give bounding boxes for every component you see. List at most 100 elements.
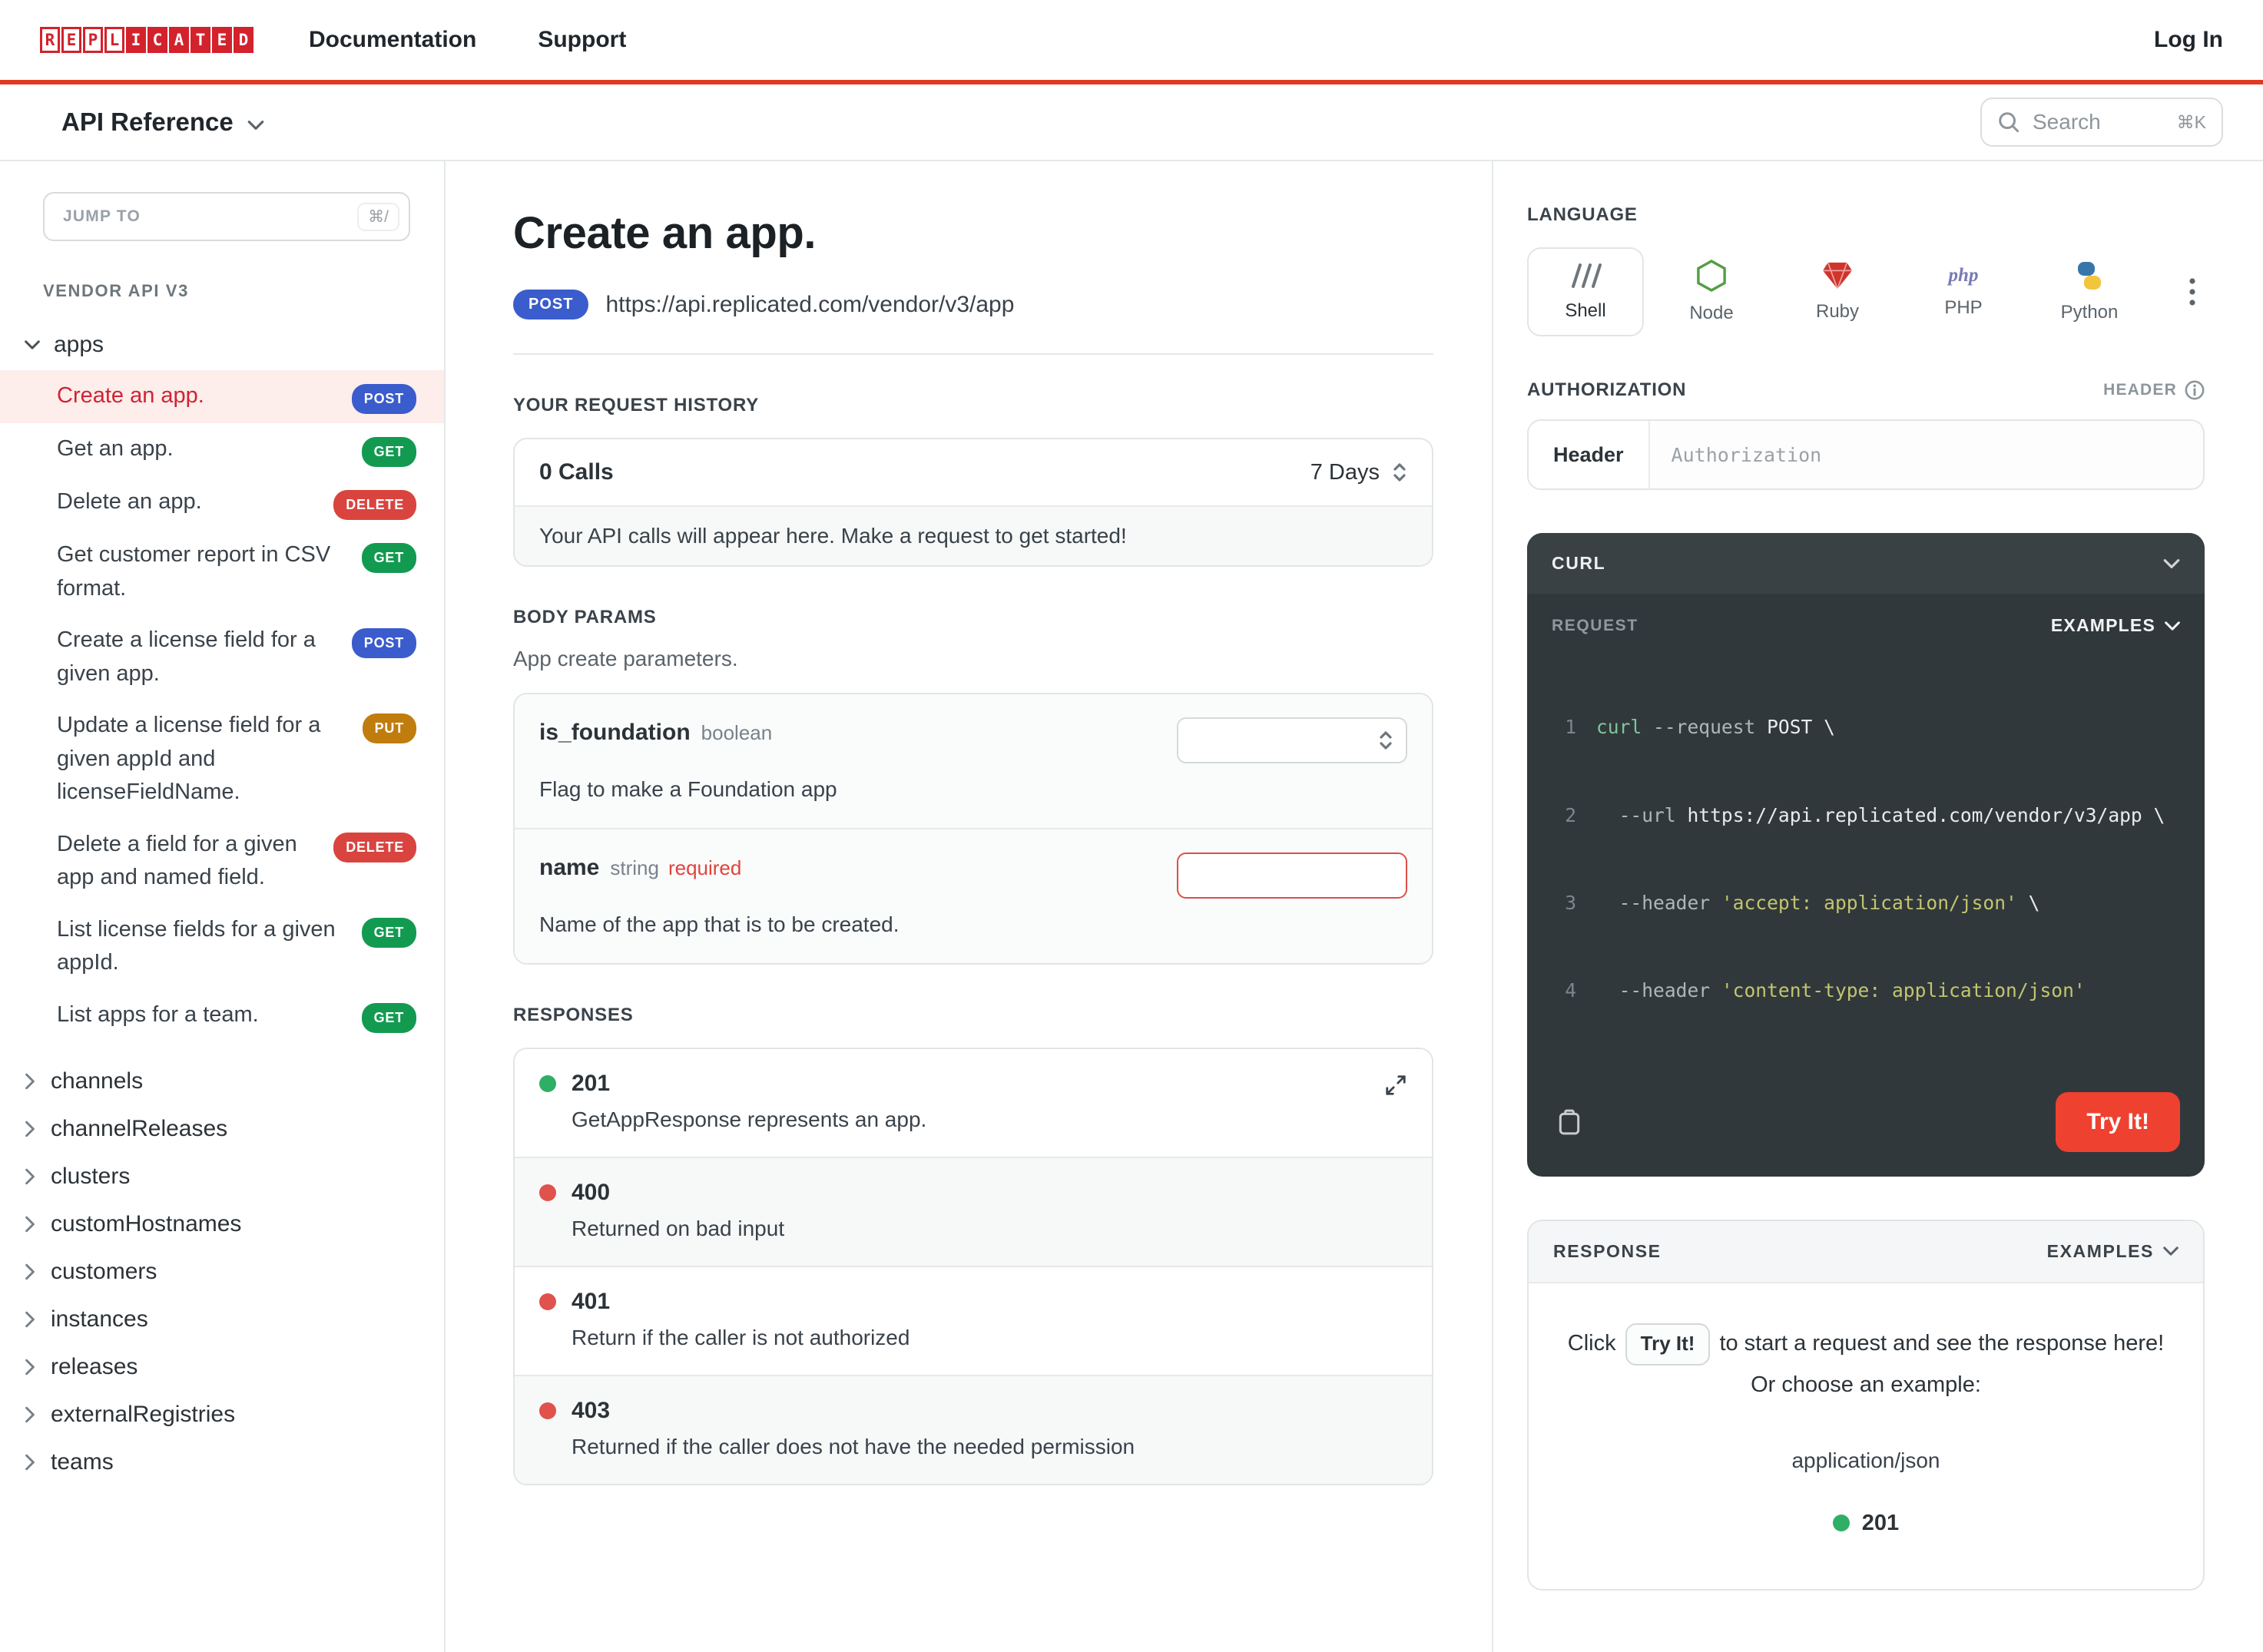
- response-row-401[interactable]: 401 Return if the caller is not authoriz…: [515, 1266, 1432, 1375]
- language-tile-shell[interactable]: Shell: [1527, 247, 1644, 336]
- sidebar: JUMP TO ⌘/ VENDOR API V3 apps Create an …: [0, 161, 446, 1652]
- sidebar-item-create-license-field[interactable]: Create a license field for a given app. …: [0, 614, 444, 700]
- endpoint-label: Delete an app.: [57, 489, 202, 514]
- endpoint-label: List license fields for a given appId.: [57, 916, 336, 975]
- sidebar-section-title: VENDOR API V3: [43, 281, 189, 300]
- method-badge: POST: [351, 628, 416, 658]
- sidebar-group-channelreleases[interactable]: channelReleases: [0, 1105, 444, 1153]
- request-examples-dropdown[interactable]: EXAMPLES: [2051, 615, 2180, 636]
- authorization-heading: AUTHORIZATION: [1527, 379, 1687, 400]
- response-examples-dropdown[interactable]: EXAMPLES: [2047, 1241, 2179, 1262]
- sidebar-item-create-an-app[interactable]: Create an app. POST: [0, 370, 444, 423]
- param-row-name: name string required Name of the app that …: [515, 828, 1432, 963]
- error-status-dot: [539, 1293, 556, 1310]
- logo[interactable]: REPLICATED: [40, 27, 253, 53]
- page-title: Create an app.: [513, 208, 817, 258]
- example-code-label: 201: [1861, 1510, 1900, 1535]
- copy-icon[interactable]: [1552, 1103, 1587, 1141]
- main-content: Create an app. POST https://api.replicat…: [446, 161, 1492, 1652]
- language-tile-python[interactable]: Python: [2031, 247, 2148, 336]
- response-panel: RESPONSE EXAMPLES Click Try It! to start a…: [1527, 1219, 2205, 1591]
- sidebar-item-delete-an-app[interactable]: Delete an app. DELETE: [0, 476, 444, 529]
- method-badge: POST: [351, 384, 416, 414]
- sidebar-collapsed-groups: channels channelReleases clusters custom…: [0, 1058, 444, 1486]
- search-shortcut: ⌘K: [2176, 111, 2206, 132]
- shell-icon: [1567, 262, 1604, 290]
- chevron-down-icon: [25, 339, 40, 350]
- info-icon[interactable]: [2185, 380, 2205, 400]
- logo-letter: D: [234, 27, 253, 53]
- code-token: curl: [1596, 716, 1654, 739]
- sidebar-group-apps[interactable]: apps: [0, 329, 444, 361]
- jump-to-shortcut: ⌘/: [357, 202, 399, 231]
- sidebar-item-update-license-field[interactable]: Update a license field for a given appId…: [0, 700, 444, 819]
- code-token: --header: [1596, 891, 1721, 914]
- ruby-icon: [1821, 261, 1854, 290]
- group-label: channels: [51, 1068, 144, 1094]
- language-tile-ruby[interactable]: Ruby: [1779, 247, 1896, 336]
- response-row-201[interactable]: 201 GetAppResponse represents an app.: [515, 1049, 1432, 1157]
- search-icon: [1997, 111, 2020, 134]
- login-link[interactable]: Log In: [2154, 27, 2223, 53]
- method-badge: GET: [361, 543, 416, 573]
- try-it-keycap[interactable]: Try It!: [1625, 1323, 1711, 1366]
- chevron-right-icon: [25, 1168, 35, 1185]
- search-placeholder: Search: [2033, 110, 2101, 134]
- response-example-type[interactable]: application/json: [1562, 1442, 2169, 1479]
- method-badge: DELETE: [333, 832, 416, 862]
- sidebar-group-externalregistries[interactable]: externalRegistries: [0, 1391, 444, 1438]
- sidebar-item-get-customer-report[interactable]: Get customer report in CSV format. GET: [0, 529, 444, 614]
- nav-link-documentation[interactable]: Documentation: [309, 27, 476, 53]
- nav-link-support[interactable]: Support: [538, 27, 626, 53]
- sidebar-group-releases[interactable]: releases: [0, 1343, 444, 1391]
- sidebar-group-label: apps: [54, 332, 104, 357]
- more-languages-icon[interactable]: [2180, 269, 2205, 315]
- language-tile-php[interactable]: php PHP: [1905, 247, 2022, 336]
- authorization-input[interactable]: [1649, 421, 2203, 488]
- sidebar-group-customhostnames[interactable]: customHostnames: [0, 1200, 444, 1248]
- request-history-empty-message: Your API calls will appear here. Make a …: [515, 505, 1432, 565]
- response-row-400[interactable]: 400 Returned on bad input: [515, 1157, 1432, 1266]
- sidebar-group-clusters[interactable]: clusters: [0, 1153, 444, 1200]
- expand-icon[interactable]: [1384, 1074, 1407, 1097]
- sidebar-group-teams[interactable]: teams: [0, 1438, 444, 1486]
- sidebar-item-list-apps[interactable]: List apps for a team. GET: [0, 989, 444, 1042]
- name-param-input[interactable]: [1177, 852, 1407, 899]
- curl-panel-header[interactable]: CURL: [1527, 533, 2205, 594]
- api-reference-dropdown[interactable]: API Reference: [61, 108, 264, 137]
- try-it-button[interactable]: Try It!: [2056, 1091, 2180, 1152]
- group-label: externalRegistries: [51, 1401, 236, 1427]
- right-panel: LANGUAGE Shell Node Ruby php PHP Python …: [1492, 161, 2263, 1652]
- curl-code-block[interactable]: 1 curl --request POST \ 2 --url https://a…: [1527, 648, 2205, 1080]
- success-status-dot: [539, 1075, 556, 1092]
- line-number: 2: [1565, 803, 1576, 826]
- search-input[interactable]: Search ⌘K: [1980, 98, 2223, 147]
- language-selector: Shell Node Ruby php PHP Python: [1527, 247, 2205, 336]
- sidebar-item-list-license-fields[interactable]: List license fields for a given appId. G…: [0, 904, 444, 989]
- examples-label: EXAMPLES: [2050, 615, 2155, 635]
- response-row-403[interactable]: 403 Returned if the caller does not have…: [515, 1375, 1432, 1484]
- content-layout: JUMP TO ⌘/ VENDOR API V3 apps Create an …: [0, 161, 2263, 1652]
- response-code: 400: [572, 1180, 611, 1205]
- history-range-select[interactable]: 7 Days: [1310, 460, 1407, 485]
- chevron-right-icon: [25, 1216, 35, 1233]
- curl-panel: CURL REQUEST EXAMPLES 1 curl --request P…: [1527, 533, 2205, 1177]
- group-label: teams: [51, 1448, 114, 1475]
- chevron-right-icon: [25, 1263, 35, 1280]
- language-tile-node[interactable]: Node: [1653, 247, 1770, 336]
- body-params-description: App create parameters.: [513, 647, 738, 670]
- python-icon: [2074, 260, 2105, 291]
- sidebar-group-channels[interactable]: channels: [0, 1058, 444, 1105]
- sidebar-group-customers[interactable]: customers: [0, 1248, 444, 1296]
- sidebar-group-instances[interactable]: instances: [0, 1296, 444, 1343]
- is-foundation-select[interactable]: [1177, 717, 1407, 763]
- response-panel-title: RESPONSE: [1553, 1240, 1662, 1261]
- examples-label: EXAMPLES: [2046, 1240, 2154, 1261]
- response-example-code[interactable]: 201: [1562, 1504, 2169, 1543]
- jump-to-input[interactable]: JUMP TO ⌘/: [43, 192, 410, 241]
- response-description: Returned if the caller does not have the…: [572, 1435, 1135, 1458]
- sidebar-item-get-an-app[interactable]: Get an app. GET: [0, 423, 444, 476]
- group-label: instances: [51, 1306, 148, 1332]
- endpoint-url: https://api.replicated.com/vendor/v3/app: [605, 291, 1015, 317]
- sidebar-item-delete-field[interactable]: Delete a field for a given app and named…: [0, 819, 444, 904]
